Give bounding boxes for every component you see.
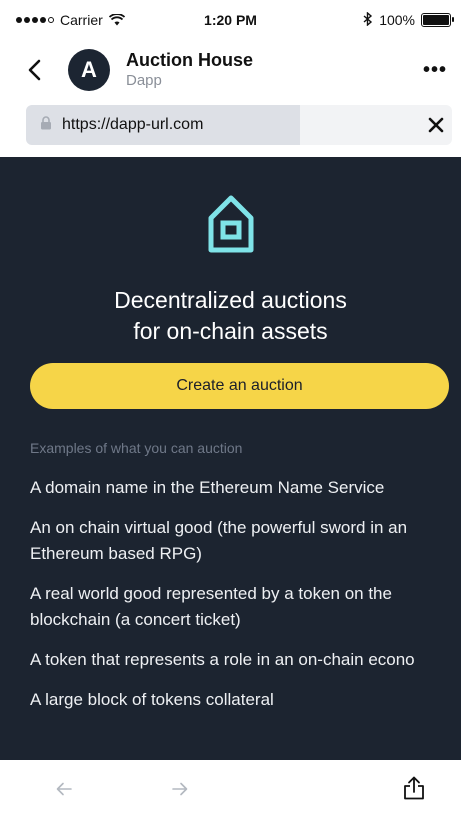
- chevron-left-icon[interactable]: [22, 58, 46, 82]
- create-auction-button[interactable]: Create an auction: [30, 363, 449, 409]
- url-bar: https://dapp-url.com: [26, 105, 452, 145]
- hero-title: Decentralized auctions for on-chain asse…: [0, 285, 461, 347]
- battery-icon: [421, 13, 454, 27]
- battery-percent: 100%: [379, 12, 415, 28]
- hero-title-line-1: Decentralized auctions: [114, 287, 347, 313]
- web-content: Decentralized auctions for on-chain asse…: [0, 157, 461, 760]
- examples-heading: Examples of what you can auction: [30, 440, 243, 456]
- list-item: A real world good represented by a token…: [30, 584, 392, 629]
- more-options-icon[interactable]: •••: [423, 59, 447, 82]
- lock-icon: [40, 115, 52, 135]
- status-time: 1:20 PM: [204, 12, 257, 28]
- url-text: https://dapp-url.com: [62, 116, 204, 133]
- wifi-icon: [108, 14, 125, 26]
- signal-strength-icon: [16, 17, 54, 23]
- app-title: Auction House: [126, 50, 254, 70]
- list-item: An on chain virtual good (the powerful s…: [30, 518, 408, 563]
- list-item: A token that represents a role in an on-…: [30, 650, 415, 669]
- bottom-toolbar: [0, 760, 461, 820]
- status-left: Carrier: [16, 12, 125, 28]
- share-icon[interactable]: [403, 776, 425, 805]
- url-field[interactable]: https://dapp-url.com: [26, 105, 300, 145]
- bluetooth-icon: [363, 10, 373, 29]
- battery-fill: [423, 15, 449, 25]
- status-right: 100%: [363, 10, 454, 29]
- avatar: A: [68, 49, 110, 91]
- arrow-right-icon[interactable]: [172, 782, 188, 801]
- close-icon[interactable]: [424, 113, 448, 137]
- carrier-name: Carrier: [60, 12, 103, 28]
- app-subtitle: Dapp: [126, 72, 162, 89]
- examples-list: A domain name in the Ethereum Name Servi…: [30, 475, 440, 727]
- arrow-left-icon[interactable]: [56, 782, 72, 801]
- list-item: A domain name in the Ethereum Name Servi…: [30, 478, 385, 497]
- app-header: A Auction House Dapp •••: [0, 40, 461, 100]
- hero-title-line-2: for on-chain assets: [133, 318, 328, 344]
- house-icon: [208, 195, 254, 258]
- status-bar: Carrier 1:20 PM 100%: [0, 0, 461, 40]
- title-block: Auction House Dapp: [126, 49, 423, 91]
- list-item: A large block of tokens collateral: [30, 690, 274, 709]
